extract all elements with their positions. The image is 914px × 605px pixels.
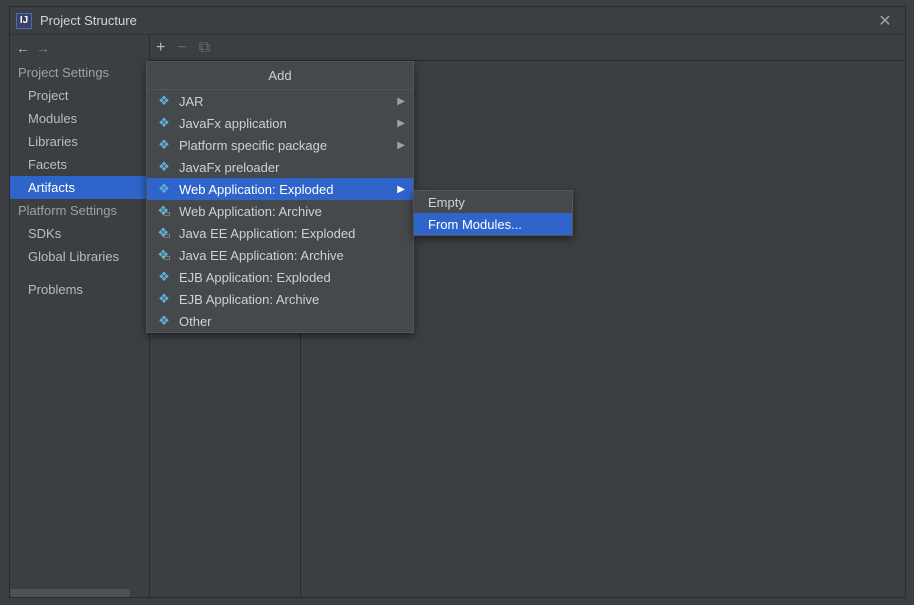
menu-item-java-ee-application-exploded[interactable]: ❖▭ Java EE Application: Exploded — [147, 222, 413, 244]
sidebar-item-artifacts[interactable]: Artifacts — [10, 176, 149, 199]
section-platform-settings: Platform Settings — [10, 199, 149, 222]
submenu-arrow-icon: ▶ — [397, 96, 405, 107]
menu-item-web-application-archive[interactable]: ❖▭ Web Application: Archive — [147, 200, 413, 222]
submenu-item-empty[interactable]: Empty — [414, 191, 572, 213]
menu-item-label: From Modules... — [428, 217, 522, 232]
title-bar: IJ Project Structure ✕ — [10, 7, 905, 35]
submenu-arrow-icon: ▶ — [397, 184, 405, 195]
forward-arrow-icon[interactable]: → — [36, 40, 50, 56]
dialog-body: ← → Project Settings ProjectModulesLibra… — [10, 35, 905, 597]
artifact-icon: ❖ — [155, 181, 173, 197]
menu-title: Add — [147, 62, 413, 90]
submenu-arrow-icon: ▶ — [397, 118, 405, 129]
archive-icon: ❖▭ — [155, 247, 173, 263]
nav-arrows: ← → — [10, 35, 149, 61]
archive-icon: ❖▭ — [155, 203, 173, 219]
project-structure-dialog: IJ Project Structure ✕ ← → Project Setti… — [9, 6, 906, 598]
archive-icon: ❖▭ — [155, 225, 173, 241]
window-title: Project Structure — [40, 13, 137, 28]
menu-item-jar[interactable]: ❖ JAR ▶ — [147, 90, 413, 112]
menu-item-label: Other — [179, 314, 212, 329]
menu-item-label: Empty — [428, 195, 465, 210]
copy-button[interactable]: ⧉ — [199, 40, 210, 56]
sidebar-item-sdks[interactable]: SDKs — [10, 222, 149, 245]
add-button[interactable]: + — [156, 40, 165, 56]
app-icon: IJ — [16, 13, 32, 29]
close-icon[interactable]: ✕ — [871, 7, 899, 35]
menu-item-label: Platform specific package — [179, 138, 327, 153]
add-artifact-menu: Add ❖ JAR ▶ ❖ JavaFx application ▶ ❖ Platform s… — [146, 61, 414, 333]
menu-item-label: JavaFx application — [179, 116, 287, 131]
remove-button[interactable]: − — [177, 40, 186, 56]
menu-item-java-ee-application-archive[interactable]: ❖▭ Java EE Application: Archive — [147, 244, 413, 266]
section-project-settings: Project Settings — [10, 61, 149, 84]
sidebar-scrollbar[interactable] — [10, 589, 130, 597]
menu-item-label: JAR — [179, 94, 204, 109]
settings-sidebar: ← → Project Settings ProjectModulesLibra… — [10, 35, 150, 597]
sidebar-item-project[interactable]: Project — [10, 84, 149, 107]
menu-item-javafx-application[interactable]: ❖ JavaFx application ▶ — [147, 112, 413, 134]
artifact-icon: ❖ — [155, 137, 173, 153]
menu-item-platform-specific-package[interactable]: ❖ Platform specific package ▶ — [147, 134, 413, 156]
artifact-icon: ❖ — [155, 159, 173, 175]
menu-item-ejb-application-archive[interactable]: ❖ EJB Application: Archive — [147, 288, 413, 310]
sidebar-item-modules[interactable]: Modules — [10, 107, 149, 130]
artifact-icon: ❖ — [155, 93, 173, 109]
sidebar-item-facets[interactable]: Facets — [10, 153, 149, 176]
artifact-icon: ❖ — [155, 115, 173, 131]
back-arrow-icon[interactable]: ← — [16, 40, 30, 56]
menu-item-ejb-application-exploded[interactable]: ❖ EJB Application: Exploded — [147, 266, 413, 288]
menu-item-label: EJB Application: Exploded — [179, 270, 331, 285]
artifact-icon: ❖ — [155, 269, 173, 285]
menu-item-javafx-preloader[interactable]: ❖ JavaFx preloader — [147, 156, 413, 178]
sidebar-item-global-libraries[interactable]: Global Libraries — [10, 245, 149, 268]
artifact-icon: ❖ — [155, 313, 173, 329]
artifacts-toolbar: + − ⧉ — [150, 35, 905, 61]
menu-item-label: Web Application: Archive — [179, 204, 322, 219]
submenu-arrow-icon: ▶ — [397, 140, 405, 151]
sidebar-item-problems[interactable]: Problems — [10, 278, 149, 301]
menu-item-other[interactable]: ❖ Other — [147, 310, 413, 332]
submenu-item-from-modules[interactable]: From Modules... — [414, 213, 572, 235]
menu-item-web-application-exploded[interactable]: ❖ Web Application: Exploded ▶ — [147, 178, 413, 200]
menu-item-label: Web Application: Exploded — [179, 182, 333, 197]
menu-item-label: Java EE Application: Archive — [179, 248, 344, 263]
sidebar-item-libraries[interactable]: Libraries — [10, 130, 149, 153]
menu-item-label: EJB Application: Archive — [179, 292, 319, 307]
menu-item-label: JavaFx preloader — [179, 160, 279, 175]
artifact-icon: ❖ — [155, 291, 173, 307]
web-exploded-submenu: Empty From Modules... — [413, 190, 573, 236]
menu-item-label: Java EE Application: Exploded — [179, 226, 355, 241]
